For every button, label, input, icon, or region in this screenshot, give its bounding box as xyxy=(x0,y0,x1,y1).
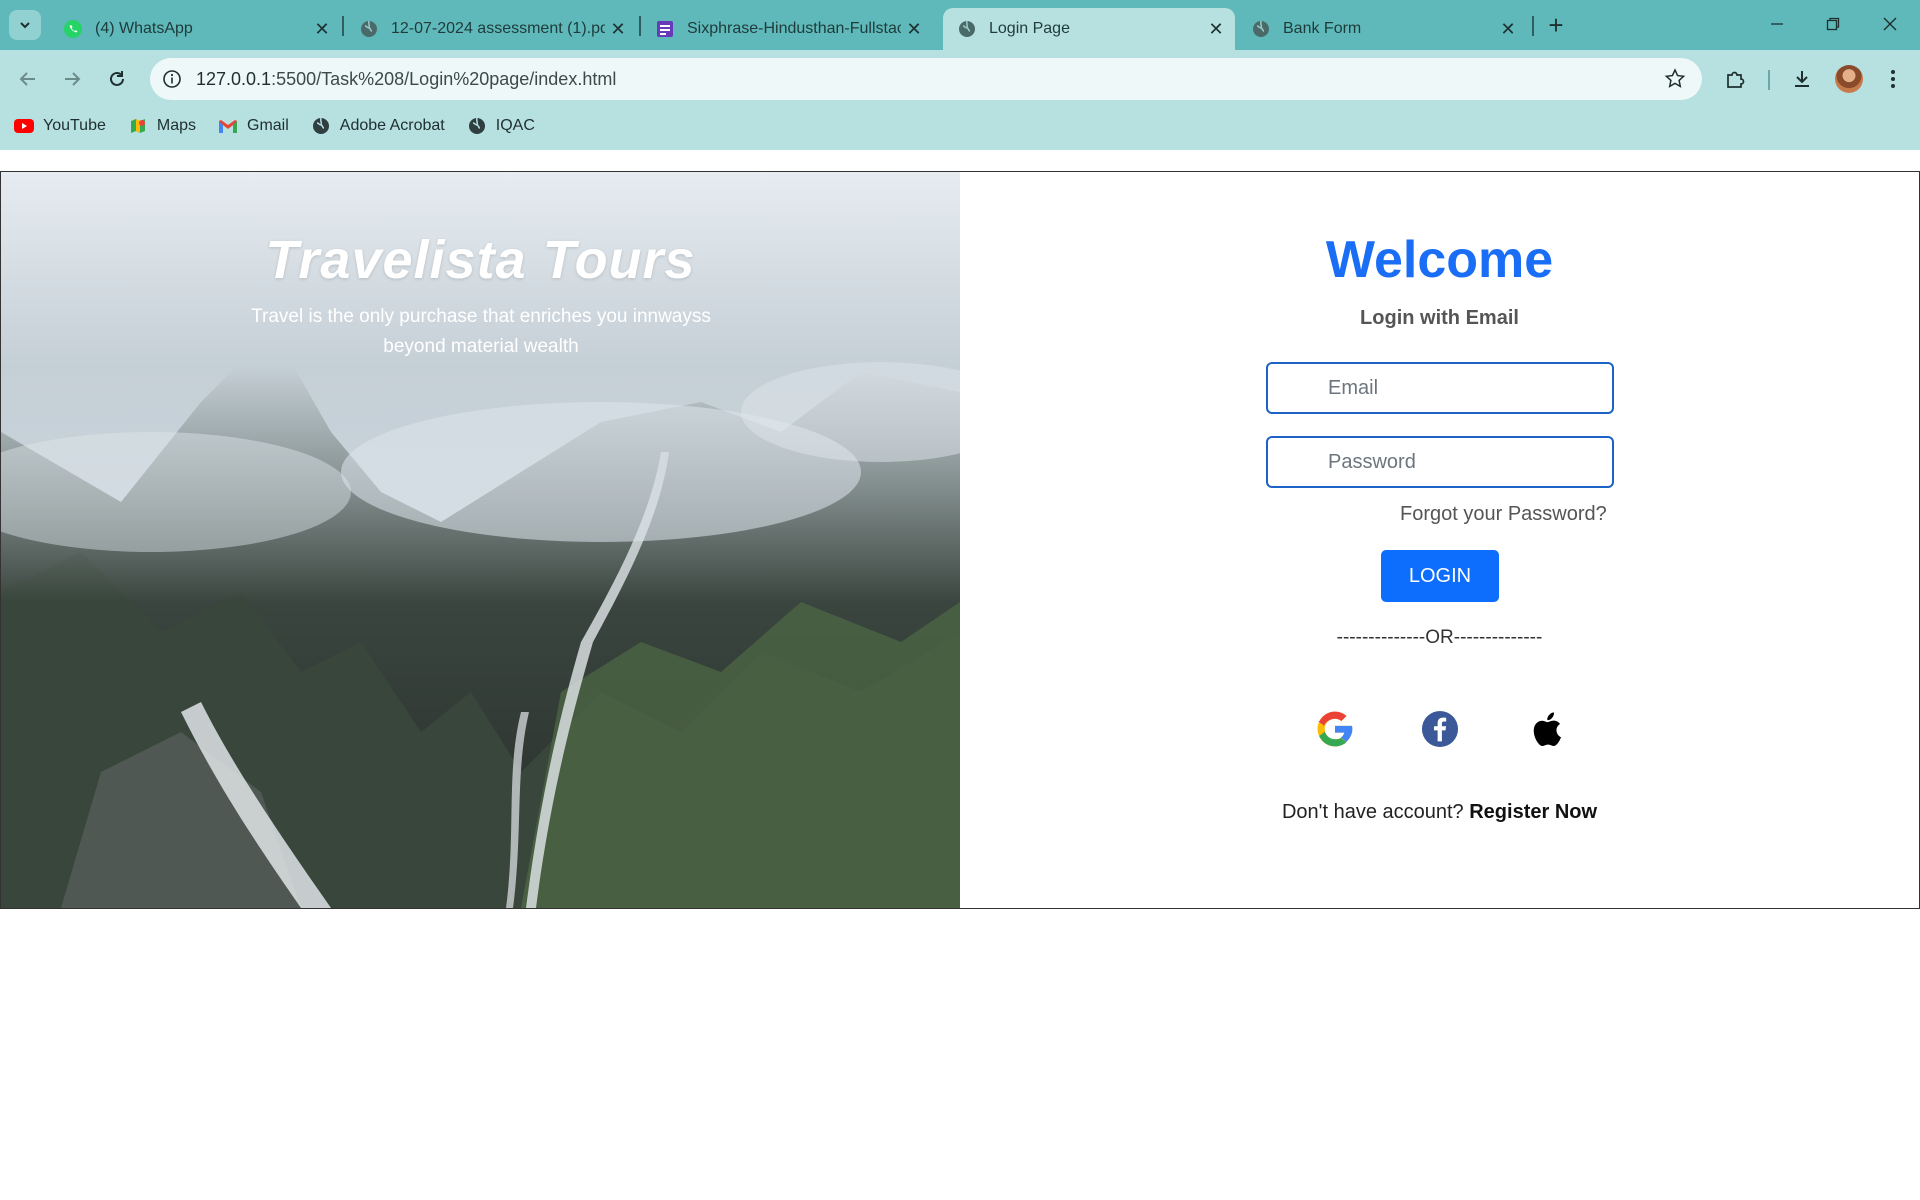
register-prompt-text: Don't have account? xyxy=(1281,801,1464,823)
close-icon[interactable]: ✕ xyxy=(309,19,335,40)
toolbar-separator xyxy=(1768,70,1770,90)
bookmark-label: Maps xyxy=(156,117,196,134)
password-field[interactable] xyxy=(1266,436,1614,488)
bookmark-star-icon[interactable] xyxy=(1664,68,1686,90)
tab-title: Login Page xyxy=(989,20,1070,37)
globe-icon xyxy=(359,19,379,39)
reload-button[interactable] xyxy=(102,64,132,94)
url-path: :5500/Task%208/Login%20page/index.html xyxy=(271,69,617,89)
arrow-left-icon xyxy=(19,72,35,86)
tab-separator xyxy=(342,16,344,36)
chevron-down-icon xyxy=(20,22,30,29)
page-viewport: Travelista Tours Travel is the only purc… xyxy=(0,150,1920,1200)
hero-panel: Travelista Tours Travel is the only purc… xyxy=(1,172,960,908)
login-subtitle: Login with Email xyxy=(1360,307,1519,329)
address-bar[interactable]: 127.0.0.1:5500/Task%208/Login%20page/ind… xyxy=(150,58,1702,100)
tab-assessment-pdf[interactable]: 12-07-2024 assessment (1).pdf ✕ xyxy=(345,8,637,50)
tab-title: Sixphrase-Hindusthan-Fullstack xyxy=(687,20,901,37)
tab-title: 12-07-2024 assessment (1).pdf xyxy=(391,20,605,37)
url-host: 127.0.0.1 xyxy=(196,69,272,89)
bookmark-label: IQAC xyxy=(495,117,535,134)
facebook-login-button[interactable] xyxy=(1420,709,1460,749)
login-card: Travelista Tours Travel is the only purc… xyxy=(0,171,1920,909)
login-form-panel: Welcome Login with Email Forgot your Pas… xyxy=(960,172,1919,908)
globe-icon xyxy=(311,116,331,136)
maps-icon xyxy=(128,116,148,136)
close-icon[interactable]: ✕ xyxy=(1203,19,1229,40)
bookmark-label: Adobe Acrobat xyxy=(339,117,445,134)
close-icon[interactable]: ✕ xyxy=(901,19,927,40)
browser-menu-button[interactable] xyxy=(1878,64,1908,94)
login-button[interactable]: LOGIN xyxy=(1381,550,1499,602)
bookmark-iqac[interactable]: IQAC xyxy=(467,116,535,136)
facebook-icon xyxy=(1421,710,1459,748)
download-icon xyxy=(1795,71,1809,87)
tab-search-button[interactable] xyxy=(9,10,41,40)
bookmark-label: YouTube xyxy=(43,117,106,134)
reload-icon xyxy=(110,71,124,86)
minimize-icon xyxy=(1771,23,1783,25)
bookmarks-bar: YouTube Maps Gmail Adobe Acrobat IQAC xyxy=(0,112,557,140)
downloads-button[interactable] xyxy=(1787,64,1817,94)
youtube-icon xyxy=(14,116,34,136)
arrow-right-icon xyxy=(65,72,81,86)
extensions-button[interactable] xyxy=(1720,64,1750,94)
bookmark-maps[interactable]: Maps xyxy=(128,116,196,136)
welcome-heading: Welcome xyxy=(1325,231,1554,289)
close-icon[interactable]: ✕ xyxy=(605,19,631,40)
kebab-menu-icon xyxy=(1891,70,1895,88)
minimize-button[interactable] xyxy=(1749,6,1805,42)
puzzle-icon xyxy=(1727,71,1745,88)
gmail-icon xyxy=(218,116,238,136)
apple-icon xyxy=(1533,712,1562,747)
brand-tagline: Travel is the only purchase that enriche… xyxy=(251,306,711,357)
register-prompt: Don't have account? Register Now xyxy=(960,801,1919,824)
new-tab-button[interactable]: + xyxy=(1541,10,1571,40)
email-field[interactable] xyxy=(1266,362,1614,414)
tab-whatsapp[interactable]: (4) WhatsApp ✕ xyxy=(49,8,341,50)
google-icon xyxy=(1317,711,1353,747)
forward-button[interactable] xyxy=(57,64,87,94)
tab-strip: (4) WhatsApp ✕ 12-07-2024 assessment (1)… xyxy=(0,0,1920,50)
bookmark-adobe-acrobat[interactable]: Adobe Acrobat xyxy=(311,116,445,136)
tab-separator xyxy=(1532,16,1534,36)
back-button[interactable] xyxy=(13,64,43,94)
tab-title: Bank Form xyxy=(1283,20,1362,37)
forgot-password-link[interactable]: Forgot your Password? xyxy=(1400,503,1607,526)
restore-icon xyxy=(1826,17,1840,31)
profile-avatar[interactable] xyxy=(1835,65,1863,93)
bookmark-gmail[interactable]: Gmail xyxy=(218,116,289,136)
google-login-button[interactable] xyxy=(1315,709,1355,749)
globe-icon xyxy=(467,116,487,136)
apple-login-button[interactable] xyxy=(1526,709,1566,749)
register-now-link[interactable]: Register Now xyxy=(1469,801,1597,823)
bookmark-youtube[interactable]: YouTube xyxy=(14,116,106,136)
close-icon[interactable]: ✕ xyxy=(1495,19,1521,40)
brand-title: Travelista Tours xyxy=(265,230,696,290)
email-input[interactable] xyxy=(1268,364,1612,412)
window-close-button[interactable] xyxy=(1862,6,1918,42)
or-divider: --------------OR-------------- xyxy=(1336,627,1543,648)
tab-title: (4) WhatsApp xyxy=(95,20,193,37)
site-info-icon[interactable] xyxy=(161,68,183,90)
password-input[interactable] xyxy=(1268,438,1612,486)
bookmark-label: Gmail xyxy=(247,117,289,134)
url-text: 127.0.0.1:5500/Task%208/Login%20page/ind… xyxy=(196,69,616,90)
restore-button[interactable] xyxy=(1805,6,1861,42)
sheets-icon xyxy=(655,19,675,39)
whatsapp-icon xyxy=(63,19,83,39)
globe-icon xyxy=(1251,19,1271,39)
browser-toolbar: 127.0.0.1:5500/Task%208/Login%20page/ind… xyxy=(0,50,1920,150)
tab-login-page[interactable]: Login Page ✕ xyxy=(943,8,1235,50)
globe-icon xyxy=(957,19,977,39)
tab-bank-form[interactable]: Bank Form ✕ xyxy=(1237,8,1527,50)
tab-sixphrase[interactable]: Sixphrase-Hindusthan-Fullstack ✕ xyxy=(641,8,933,50)
close-icon xyxy=(1883,17,1897,31)
